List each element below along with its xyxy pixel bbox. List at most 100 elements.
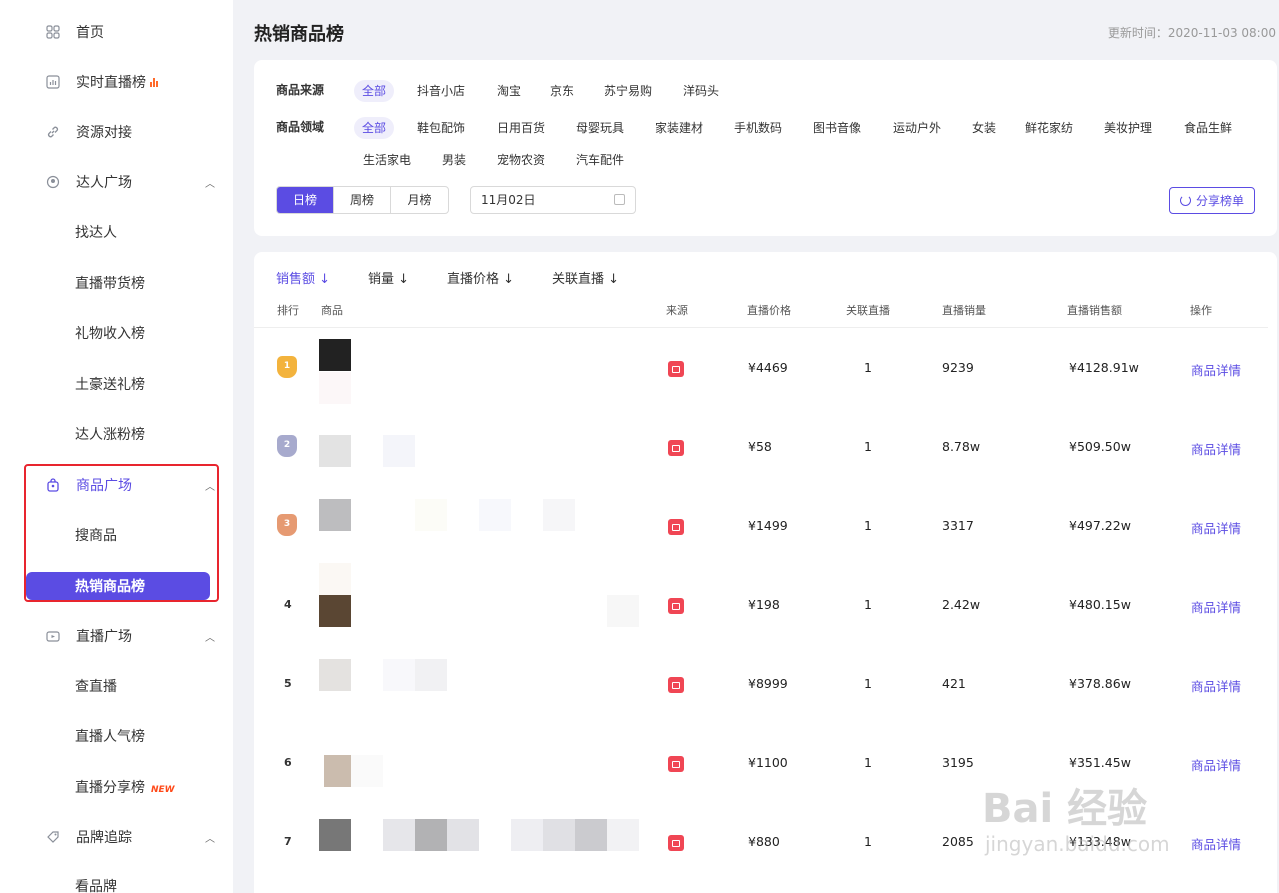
domain-chip[interactable]: 手机数码 bbox=[726, 117, 790, 139]
sort-sales-volume[interactable]: 销量 ↓ bbox=[368, 268, 409, 287]
sidebar-item-resources[interactable]: 资源对接 bbox=[0, 107, 233, 157]
product-detail-link[interactable]: 商品详情 bbox=[1191, 676, 1241, 695]
sidebar-sub-label: 直播人气榜 bbox=[75, 729, 145, 745]
date-picker[interactable]: 11月02日 bbox=[470, 186, 636, 214]
domain-chip[interactable]: 汽车配件 bbox=[568, 149, 632, 171]
domain-chip[interactable]: 家装建材 bbox=[647, 117, 711, 139]
header-live-sales: 直播销售额 bbox=[1067, 304, 1122, 317]
domain-chip[interactable]: 生活家电 bbox=[355, 149, 419, 171]
tv-icon bbox=[45, 628, 61, 644]
domain-chip[interactable]: 男装 bbox=[434, 149, 474, 171]
sidebar-sub-find-talent[interactable]: 找达人 bbox=[0, 212, 233, 252]
live-sales: ¥497.22w bbox=[1069, 518, 1131, 533]
header-live-price: 直播价格 bbox=[747, 304, 791, 317]
product-thumbnail bbox=[324, 755, 352, 787]
live-volume: 2.42w bbox=[942, 597, 981, 612]
sort-sales-amount[interactable]: 销售额 ↓ bbox=[276, 268, 330, 287]
product-detail-link[interactable]: 商品详情 bbox=[1191, 518, 1241, 537]
gold-medal-icon: 1 bbox=[277, 356, 297, 378]
baidu-watermark: Bai 经验 bbox=[982, 786, 1148, 832]
source-chip-jd[interactable]: 京东 bbox=[542, 80, 582, 102]
source-filter-label: 商品来源 bbox=[276, 83, 325, 97]
sidebar-sub-gift-income-rank[interactable]: 礼物收入榜 bbox=[0, 313, 233, 353]
sidebar-sub-live-popularity-rank[interactable]: 直播人气榜 bbox=[0, 716, 233, 756]
product-detail-link[interactable]: 商品详情 bbox=[1191, 834, 1241, 853]
tab-daily[interactable]: 日榜 bbox=[277, 187, 334, 213]
blurred-product-name bbox=[543, 819, 575, 851]
tab-weekly[interactable]: 周榜 bbox=[334, 187, 391, 213]
source-shop-icon bbox=[668, 598, 684, 614]
product-detail-link[interactable]: 商品详情 bbox=[1191, 360, 1241, 379]
blurred-product-name bbox=[543, 499, 575, 531]
chevron-up-icon[interactable]: ︿ bbox=[205, 830, 215, 845]
share-rank-button[interactable]: 分享榜单 bbox=[1169, 187, 1255, 214]
live-volume: 8.78w bbox=[942, 439, 981, 454]
sidebar-item-live-rank[interactable]: 实时直播榜 bbox=[0, 57, 233, 107]
domain-chip[interactable]: 图书音像 bbox=[805, 117, 869, 139]
live-price: ¥8999 bbox=[748, 676, 788, 691]
sidebar-sub-fans-growth-rank[interactable]: 达人涨粉榜 bbox=[0, 414, 233, 454]
user-icon bbox=[45, 174, 61, 190]
silver-medal-icon: 2 bbox=[277, 435, 297, 457]
blurred-product-name bbox=[607, 819, 639, 851]
source-chip-douyin[interactable]: 抖音小店 bbox=[409, 80, 473, 102]
domain-chip[interactable]: 运动户外 bbox=[885, 117, 949, 139]
chevron-up-icon[interactable]: ︿ bbox=[205, 175, 215, 190]
product-thumbnail bbox=[319, 499, 351, 531]
blurred-product-name bbox=[383, 659, 415, 691]
sidebar-sub-live-share-rank[interactable]: 直播分享榜 NEW bbox=[0, 767, 233, 807]
chevron-up-icon[interactable]: ︿ bbox=[205, 629, 215, 644]
source-chip-all[interactable]: 全部 bbox=[354, 80, 395, 102]
source-shop-icon bbox=[668, 756, 684, 772]
live-volume: 9239 bbox=[942, 360, 974, 375]
chart-icon bbox=[45, 74, 61, 90]
domain-chip[interactable]: 宠物农资 bbox=[489, 149, 553, 171]
source-shop-icon bbox=[668, 440, 684, 456]
product-thumbnail bbox=[319, 659, 351, 691]
product-thumbnail bbox=[319, 819, 351, 851]
domain-chip[interactable]: 全部 bbox=[354, 117, 395, 139]
live-sales: ¥351.45w bbox=[1069, 755, 1131, 770]
domain-chip[interactable]: 女装 bbox=[964, 117, 1004, 139]
sidebar-sub-view-brand[interactable]: 看品牌 bbox=[0, 866, 233, 893]
sidebar-sub-live-sales-rank[interactable]: 直播带货榜 bbox=[0, 263, 233, 303]
domain-filter-label: 商品领域 bbox=[276, 120, 325, 134]
rank-number: 6 bbox=[284, 756, 292, 769]
product-detail-link[interactable]: 商品详情 bbox=[1191, 597, 1241, 616]
domain-chip[interactable]: 鞋包配饰 bbox=[409, 117, 473, 139]
domain-chip[interactable]: 日用百货 bbox=[489, 117, 553, 139]
product-detail-link[interactable]: 商品详情 bbox=[1191, 439, 1241, 458]
sidebar-item-home[interactable]: 首页 bbox=[0, 7, 233, 57]
sidebar-item-talent[interactable]: 达人广场 ︿ bbox=[0, 157, 233, 207]
sidebar-item-label: 达人广场 bbox=[76, 175, 132, 191]
rank-number: 7 bbox=[284, 835, 292, 848]
source-shop-icon bbox=[668, 835, 684, 851]
product-detail-link[interactable]: 商品详情 bbox=[1191, 755, 1241, 774]
sidebar-sub-gift-sender-rank[interactable]: 土豪送礼榜 bbox=[0, 364, 233, 404]
sort-related-live[interactable]: 关联直播 ↓ bbox=[552, 268, 619, 287]
source-shop-icon bbox=[668, 361, 684, 377]
source-chip-taobao[interactable]: 淘宝 bbox=[489, 80, 529, 102]
source-chip-yangmatou[interactable]: 洋码头 bbox=[675, 80, 727, 102]
sidebar-sub-label: 土豪送礼榜 bbox=[75, 377, 145, 393]
sidebar-item-brand[interactable]: 品牌追踪 ︿ bbox=[0, 812, 233, 862]
blurred-product-name bbox=[383, 819, 415, 851]
source-shop-icon bbox=[668, 519, 684, 535]
domain-chip[interactable]: 鲜花家纺 bbox=[1017, 117, 1081, 139]
bronze-medal-icon: 3 bbox=[277, 514, 297, 536]
blurred-product-name bbox=[607, 595, 639, 627]
tab-monthly[interactable]: 月榜 bbox=[391, 187, 448, 213]
sidebar-item-label: 实时直播榜 bbox=[76, 72, 158, 92]
sort-live-price[interactable]: 直播价格 ↓ bbox=[447, 268, 514, 287]
domain-chip[interactable]: 母婴玩具 bbox=[568, 117, 632, 139]
domain-chip[interactable]: 食品生鲜 bbox=[1176, 117, 1240, 139]
sidebar-sub-search-live[interactable]: 查直播 bbox=[0, 666, 233, 706]
live-price: ¥58 bbox=[748, 439, 772, 454]
domain-chip[interactable]: 美妆护理 bbox=[1096, 117, 1160, 139]
live-volume: 3317 bbox=[942, 518, 974, 533]
source-chip-suning[interactable]: 苏宁易购 bbox=[596, 80, 660, 102]
blurred-product-name bbox=[447, 819, 479, 851]
live-price: ¥1100 bbox=[748, 755, 788, 770]
sidebar-item-live[interactable]: 直播广场 ︿ bbox=[0, 611, 233, 661]
highlight-annotation-box bbox=[24, 464, 219, 602]
